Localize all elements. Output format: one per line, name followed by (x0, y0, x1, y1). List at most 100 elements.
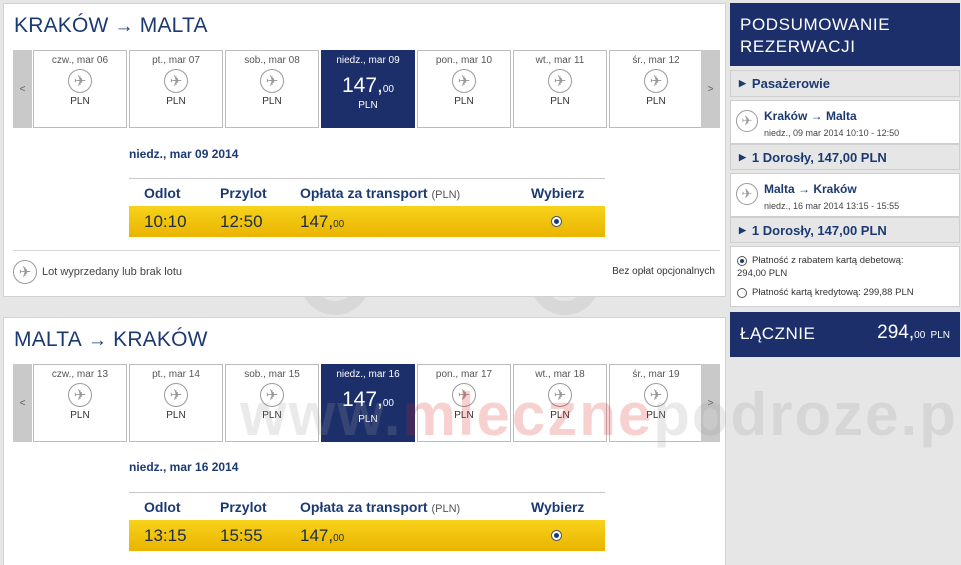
plane-icon: ✈ (736, 110, 758, 132)
outbound-date-strip: < czw., mar 06 ✈ PLN pt., mar 07 ✈ PLN s… (13, 50, 720, 128)
route-arrow: → (87, 330, 108, 351)
outbound-prev-button[interactable]: < (13, 50, 32, 128)
summary-leg-outbound: ✈ Kraków → Malta niedz., 09 mar 2014 10:… (730, 100, 960, 144)
payment-options: Płatność z rabatem kartą debetową: 294,0… (730, 246, 960, 307)
day-currency: PLN (70, 96, 90, 107)
leg1-adults-toggle[interactable]: ▶ 1 Dorosły, 147,00 PLN (730, 144, 960, 170)
return-flight-table: Odlot Przylot Opłata za transport (PLN) … (129, 492, 605, 551)
return-day-2[interactable]: sob., mar 15 ✈ PLN (225, 364, 319, 442)
outbound-day-selected[interactable]: niedz., mar 09 147,00 PLN (321, 50, 415, 128)
day-label: sob., mar 08 (244, 55, 300, 66)
return-day-4[interactable]: pon., mar 17 ✈ PLN (417, 364, 511, 442)
day-label: śr., mar 12 (632, 55, 680, 66)
day-label: niedz., mar 09 (336, 55, 400, 66)
day-label: pt., mar 14 (152, 369, 200, 380)
day-currency: PLN (454, 96, 474, 107)
outbound-day-6[interactable]: śr., mar 12 ✈ PLN (609, 50, 703, 128)
flight-arrival-time: 12:50 (220, 212, 263, 231)
payment-debit-option[interactable]: Płatność z rabatem kartą debetową: 294,0… (737, 255, 904, 279)
flight-price: 147,00 (300, 526, 345, 545)
summary-header: PODSUMOWANIE REZERWACJI (730, 3, 960, 66)
day-currency: PLN (262, 96, 282, 107)
flight-table-header: Odlot Przylot Opłata za transport (PLN) … (129, 492, 605, 520)
divider (13, 250, 720, 251)
day-currency: PLN (550, 410, 570, 421)
plane-icon: ✈ (68, 69, 92, 93)
day-label: śr., mar 19 (632, 369, 680, 380)
triangle-right-icon: ▶ (739, 151, 746, 162)
return-day-0[interactable]: czw., mar 13 ✈ PLN (33, 364, 127, 442)
return-flight-row[interactable]: 13:15 15:55 147,00 (129, 520, 605, 551)
return-route-title: MALTA → KRAKÓW (14, 328, 208, 352)
outbound-flight-row[interactable]: 10:10 12:50 147,00 (129, 206, 605, 237)
day-label: sob., mar 15 (244, 369, 300, 380)
plane-icon: ✈ (260, 383, 284, 407)
return-day-selected[interactable]: niedz., mar 16 147,00 PLN (321, 364, 415, 442)
legend: ✈ Lot wyprzedany lub brak lotu (13, 260, 182, 284)
day-label: czw., mar 06 (51, 55, 109, 66)
day-currency: PLN (646, 410, 666, 421)
summary-leg-return: ✈ Malta → Kraków niedz., 16 mar 2014 13:… (730, 173, 960, 217)
triangle-right-icon: ▶ (739, 224, 746, 235)
summary-title-line2: REZERWACJI (740, 37, 856, 56)
return-panel: MALTA → KRAKÓW < czw., mar 13 ✈ PLN pt., m… (3, 317, 726, 565)
leg-adults-price: 1 Dorosły, 147,00 PLN (751, 149, 887, 165)
payment-debit-amount: 294,00 PLN (737, 268, 788, 279)
leg-time: niedz., 16 mar 2014 13:15 - 15:55 (764, 201, 900, 211)
day-currency: PLN (70, 410, 90, 421)
day-label: czw., mar 13 (51, 369, 109, 380)
day-label: pon., mar 17 (435, 369, 493, 380)
outbound-day-2[interactable]: sob., mar 08 ✈ PLN (225, 50, 319, 128)
plane-icon: ✈ (736, 183, 758, 205)
legend-text: Lot wyprzedany lub brak lotu (42, 266, 183, 278)
plane-icon: ✈ (260, 69, 284, 93)
payment-credit-label: Płatność kartą kredytową: 299,88 PLN (752, 287, 914, 298)
return-next-button[interactable]: > (701, 364, 720, 442)
flight-departure-time: 13:15 (144, 526, 187, 545)
plane-icon: ✈ (452, 69, 476, 93)
outbound-select-radio[interactable] (551, 216, 562, 227)
day-currency: PLN (454, 410, 474, 421)
total-label: ŁĄCZNIE (740, 324, 816, 343)
total-value: 294,00 PLN (877, 322, 950, 343)
outbound-flight-table: Odlot Przylot Opłata za transport (PLN) … (129, 178, 605, 237)
passengers-toggle[interactable]: ▶ Pasażerowie (730, 70, 960, 97)
plane-icon: ✈ (13, 260, 37, 284)
return-day-1[interactable]: pt., mar 14 ✈ PLN (129, 364, 223, 442)
day-label: pon., mar 10 (435, 55, 493, 66)
outbound-day-4[interactable]: pon., mar 10 ✈ PLN (417, 50, 511, 128)
fees-note: Bez opłat opcjonalnych (612, 266, 715, 277)
plane-icon: ✈ (164, 69, 188, 93)
return-day-5[interactable]: wt., mar 18 ✈ PLN (513, 364, 607, 442)
header-select: Wybierz (531, 499, 585, 515)
outbound-to: MALTA (139, 14, 208, 37)
leg-adults-price: 1 Dorosły, 147,00 PLN (751, 222, 887, 238)
return-prev-button[interactable]: < (13, 364, 32, 442)
return-from: MALTA (14, 328, 82, 351)
outbound-day-5[interactable]: wt., mar 11 ✈ PLN (513, 50, 607, 128)
total-bar: ŁĄCZNIE 294,00 PLN (730, 312, 960, 357)
payment-credit-radio[interactable] (737, 288, 747, 298)
payment-debit-label: Płatność z rabatem kartą debetową: (752, 255, 904, 266)
plane-icon: ✈ (164, 383, 188, 407)
outbound-next-button[interactable]: > (701, 50, 720, 128)
passengers-label: Pasażerowie (751, 76, 830, 91)
day-price: 147,00 (342, 388, 394, 411)
payment-debit-radio[interactable] (737, 256, 747, 266)
header-departure: Odlot (144, 185, 181, 201)
route-arrow: → (114, 16, 134, 37)
return-select-radio[interactable] (551, 530, 562, 541)
return-day-6[interactable]: śr., mar 19 ✈ PLN (609, 364, 703, 442)
header-fare: Opłata za transport (PLN) (300, 499, 461, 515)
day-label: pt., mar 07 (152, 55, 200, 66)
plane-icon: ✈ (644, 69, 668, 93)
leg2-adults-toggle[interactable]: ▶ 1 Dorosły, 147,00 PLN (730, 217, 960, 243)
outbound-panel: KRAKÓW → MALTA < czw., mar 06 ✈ PLN pt., m… (3, 3, 726, 297)
payment-credit-option[interactable]: Płatność kartą kredytową: 299,88 PLN (737, 287, 914, 298)
outbound-day-0[interactable]: czw., mar 06 ✈ PLN (33, 50, 127, 128)
header-select: Wybierz (531, 185, 585, 201)
triangle-right-icon: ▶ (739, 78, 746, 88)
outbound-day-1[interactable]: pt., mar 07 ✈ PLN (129, 50, 223, 128)
flight-price: 147,00 (300, 212, 345, 231)
leg-time: niedz., 09 mar 2014 10:10 - 12:50 (764, 128, 900, 138)
